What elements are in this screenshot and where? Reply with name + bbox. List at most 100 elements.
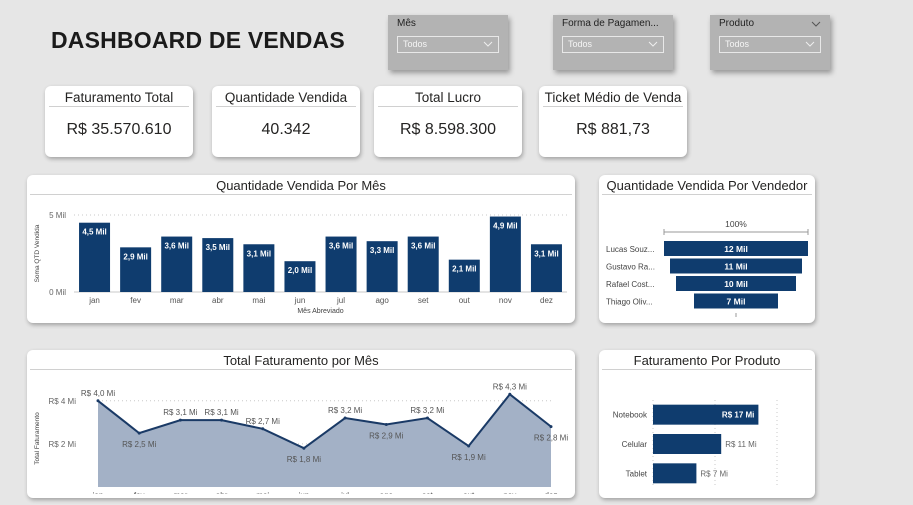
x-tick-label: mai [256, 491, 269, 494]
chevron-down-icon [483, 41, 493, 47]
data-label: R$ 2,5 Mi [122, 440, 156, 449]
data-point [261, 427, 265, 431]
x-tick-label: jul [336, 296, 345, 305]
product-filter[interactable]: Produto Todos [710, 15, 830, 70]
y-tick-label: R$ 4 Mi [48, 397, 76, 406]
data-label: R$ 3,2 Mi [328, 406, 362, 415]
data-label: 3,6 Mil [411, 242, 435, 251]
kpi-value: R$ 881,73 [576, 121, 650, 138]
data-label: R$ 2,8 Mi [534, 434, 568, 443]
payment-filter[interactable]: Forma de Pagamen... Todos [553, 15, 673, 70]
kpi-value: R$ 8.598.300 [399, 121, 497, 138]
x-tick-label: dez [540, 296, 553, 305]
category-label: Rafael Cost... [606, 280, 654, 289]
x-tick-label: mar [170, 296, 184, 305]
y-tick-label: 5 Mil [49, 211, 66, 220]
data-label: 2,0 Mil [288, 266, 312, 275]
y-axis-title: Soma QTD Vendida [34, 224, 41, 282]
x-tick-label: fev [130, 296, 141, 305]
kpi-card-profit: Total Lucro R$ 8.598.300 [374, 86, 522, 157]
data-point [549, 425, 553, 429]
x-tick-label: dez [545, 491, 558, 494]
x-tick-label: jan [92, 491, 104, 494]
panel-title: Faturamento Por Produto [602, 350, 812, 370]
month-filter[interactable]: Mês Todos [388, 15, 508, 70]
month-filter-value: Todos [403, 39, 428, 49]
x-tick-label: fev [134, 491, 145, 494]
data-label: 10 Mil [724, 279, 748, 289]
dashboard-title: DASHBOARD DE VENDAS [51, 27, 345, 53]
data-point [508, 392, 512, 396]
payment-filter-value: Todos [568, 39, 593, 49]
category-label: Gustavo Ra... [606, 263, 655, 272]
data-label: R$ 4,0 Mi [81, 389, 115, 398]
y-tick-label: R$ 2 Mi [48, 440, 76, 449]
chevron-down-icon [648, 41, 658, 47]
x-tick-label: out [463, 491, 475, 494]
kpi-card-revenue: Faturamento Total R$ 35.570.610 [45, 86, 193, 157]
revenue-by-product-panel: Faturamento Por Produto R$ 0 MiR$ 10 MiR… [599, 350, 815, 503]
panel-title: Total Faturamento por Mês [30, 350, 572, 370]
data-label: 12 Mil [724, 244, 748, 254]
x-tick-label: ago [380, 491, 394, 494]
x-tick-label: ago [375, 296, 389, 305]
quantity-by-seller-chart: 100% 12 Mil Lucas Souz... 11 Mil Gustavo Ra.… [606, 219, 809, 332]
revenue-by-month-chart: R$ 2 Mi R$ 4 Mi R$ 4,0 Mi jan R$ 2,5 Mi fev R$… [34, 382, 568, 505]
data-label: R$ 7 Mi [700, 469, 728, 478]
data-label: 4,9 Mil [493, 222, 517, 231]
x-tick-label: set [418, 296, 429, 305]
data-point [220, 418, 224, 422]
data-point [302, 446, 306, 450]
data-label: 3,6 Mil [329, 242, 353, 251]
product-filter-dropdown[interactable]: Todos [719, 36, 821, 53]
data-label: R$ 2,9 Mi [369, 431, 403, 440]
x-tick-label: jun [298, 491, 310, 494]
payment-filter-dropdown[interactable]: Todos [562, 36, 664, 53]
data-label: 2,1 Mil [452, 265, 476, 274]
data-point [96, 399, 100, 403]
chevron-down-icon[interactable] [810, 19, 822, 29]
bar [653, 434, 722, 454]
data-point [425, 416, 429, 420]
y-axis-title: Total Faturamento [34, 412, 41, 465]
data-label: R$ 3,1 Mi [163, 408, 197, 417]
data-label: R$ 3,1 Mi [204, 408, 238, 417]
product-filter-value: Todos [725, 39, 750, 49]
month-filter-label: Mês [397, 18, 416, 29]
data-label: R$ 2,7 Mi [246, 417, 280, 426]
kpi-label: Ticket Médio de Venda [543, 86, 683, 107]
x-tick-label: jun [294, 296, 306, 305]
month-filter-dropdown[interactable]: Todos [397, 36, 499, 53]
x-tick-label: out [459, 296, 471, 305]
kpi-card-quantity: Quantidade Vendida 40.342 [212, 86, 360, 157]
data-label: 2,9 Mil [123, 252, 147, 261]
data-label: 3,1 Mil [247, 249, 271, 258]
data-label: 3,3 Mil [370, 246, 394, 255]
category-label: Lucas Souz... [606, 245, 654, 254]
data-label: 3,6 Mil [164, 242, 188, 251]
data-point [384, 422, 388, 426]
category-label: Tablet [626, 469, 648, 478]
category-label: Thiago Oliv... [606, 298, 653, 307]
data-label: 3,5 Mil [206, 243, 230, 252]
x-axis-title: Mês Abreviado [297, 308, 343, 315]
x-tick-label: jul [340, 491, 349, 494]
bar [653, 463, 697, 484]
revenue-by-product-chart: R$ 0 MiR$ 10 MiR$ 20 MiR$ 17 MiNotebookR… [613, 400, 793, 503]
revenue-by-month-panel: Total Faturamento por Mês R$ 2 Mi R$ 4 Mi… [27, 350, 575, 505]
data-label: 11 Mil [724, 262, 747, 272]
chevron-down-icon [805, 41, 815, 47]
panel-title: Quantidade Vendida Por Mês [30, 175, 572, 195]
category-label: Celular [622, 440, 648, 449]
kpi-label: Total Lucro [378, 86, 518, 107]
data-label: 3,1 Mil [534, 249, 558, 258]
x-tick-label: abr [212, 296, 224, 305]
y-tick-label: 0 Mil [49, 288, 66, 297]
panel-title: Quantidade Vendida Por Vendedor [602, 175, 812, 195]
data-label: R$ 4,3 Mi [493, 382, 527, 391]
kpi-value: R$ 35.570.610 [66, 121, 172, 138]
x-tick-label: jan [88, 296, 100, 305]
x-tick-label: set [422, 491, 433, 494]
data-label: R$ 1,9 Mi [452, 453, 486, 462]
kpi-value: 40.342 [261, 121, 311, 138]
